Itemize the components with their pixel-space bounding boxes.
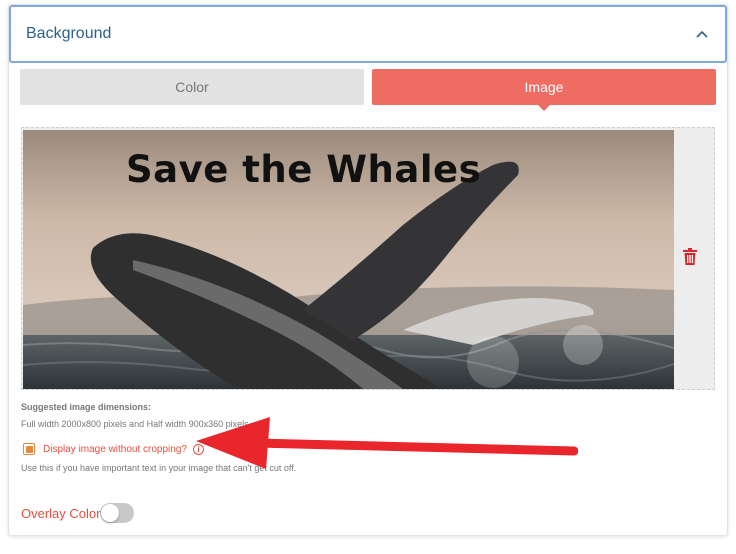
overlay-toggle[interactable]	[100, 503, 135, 523]
trash-icon[interactable]	[683, 248, 701, 268]
crop-help-text: Use this if you have important text in y…	[21, 463, 297, 473]
chevron-up-icon[interactable]	[693, 25, 711, 43]
panel-header[interactable]: Background	[9, 5, 727, 63]
crop-checkbox-check	[25, 445, 33, 453]
info-icon[interactable]: i	[192, 443, 204, 455]
image-preview-area: Save the Whales	[21, 127, 715, 390]
background-type-tabs: Color Image	[20, 69, 716, 111]
dimensions-title: Suggested image dimensions:	[21, 402, 152, 412]
crop-checkbox[interactable]	[23, 443, 35, 455]
overlay-row: Overlay Color	[21, 502, 135, 524]
crop-option-row: Display image without cropping? i	[23, 441, 204, 457]
tab-color[interactable]: Color	[20, 69, 364, 105]
overlay-label: Overlay Color	[21, 505, 101, 521]
tab-image[interactable]: Image	[372, 69, 716, 111]
background-panel: Background Color Image Save the Whales S…	[8, 4, 728, 536]
toggle-knob	[101, 504, 120, 522]
whale-image: Save the Whales	[23, 130, 674, 389]
dimensions-text: Full width 2000x800 pixels and Half widt…	[21, 419, 252, 429]
panel-title: Background	[26, 25, 112, 42]
image-caption: Save the Whales	[126, 148, 482, 191]
crop-label[interactable]: Display image without cropping?	[43, 444, 187, 455]
